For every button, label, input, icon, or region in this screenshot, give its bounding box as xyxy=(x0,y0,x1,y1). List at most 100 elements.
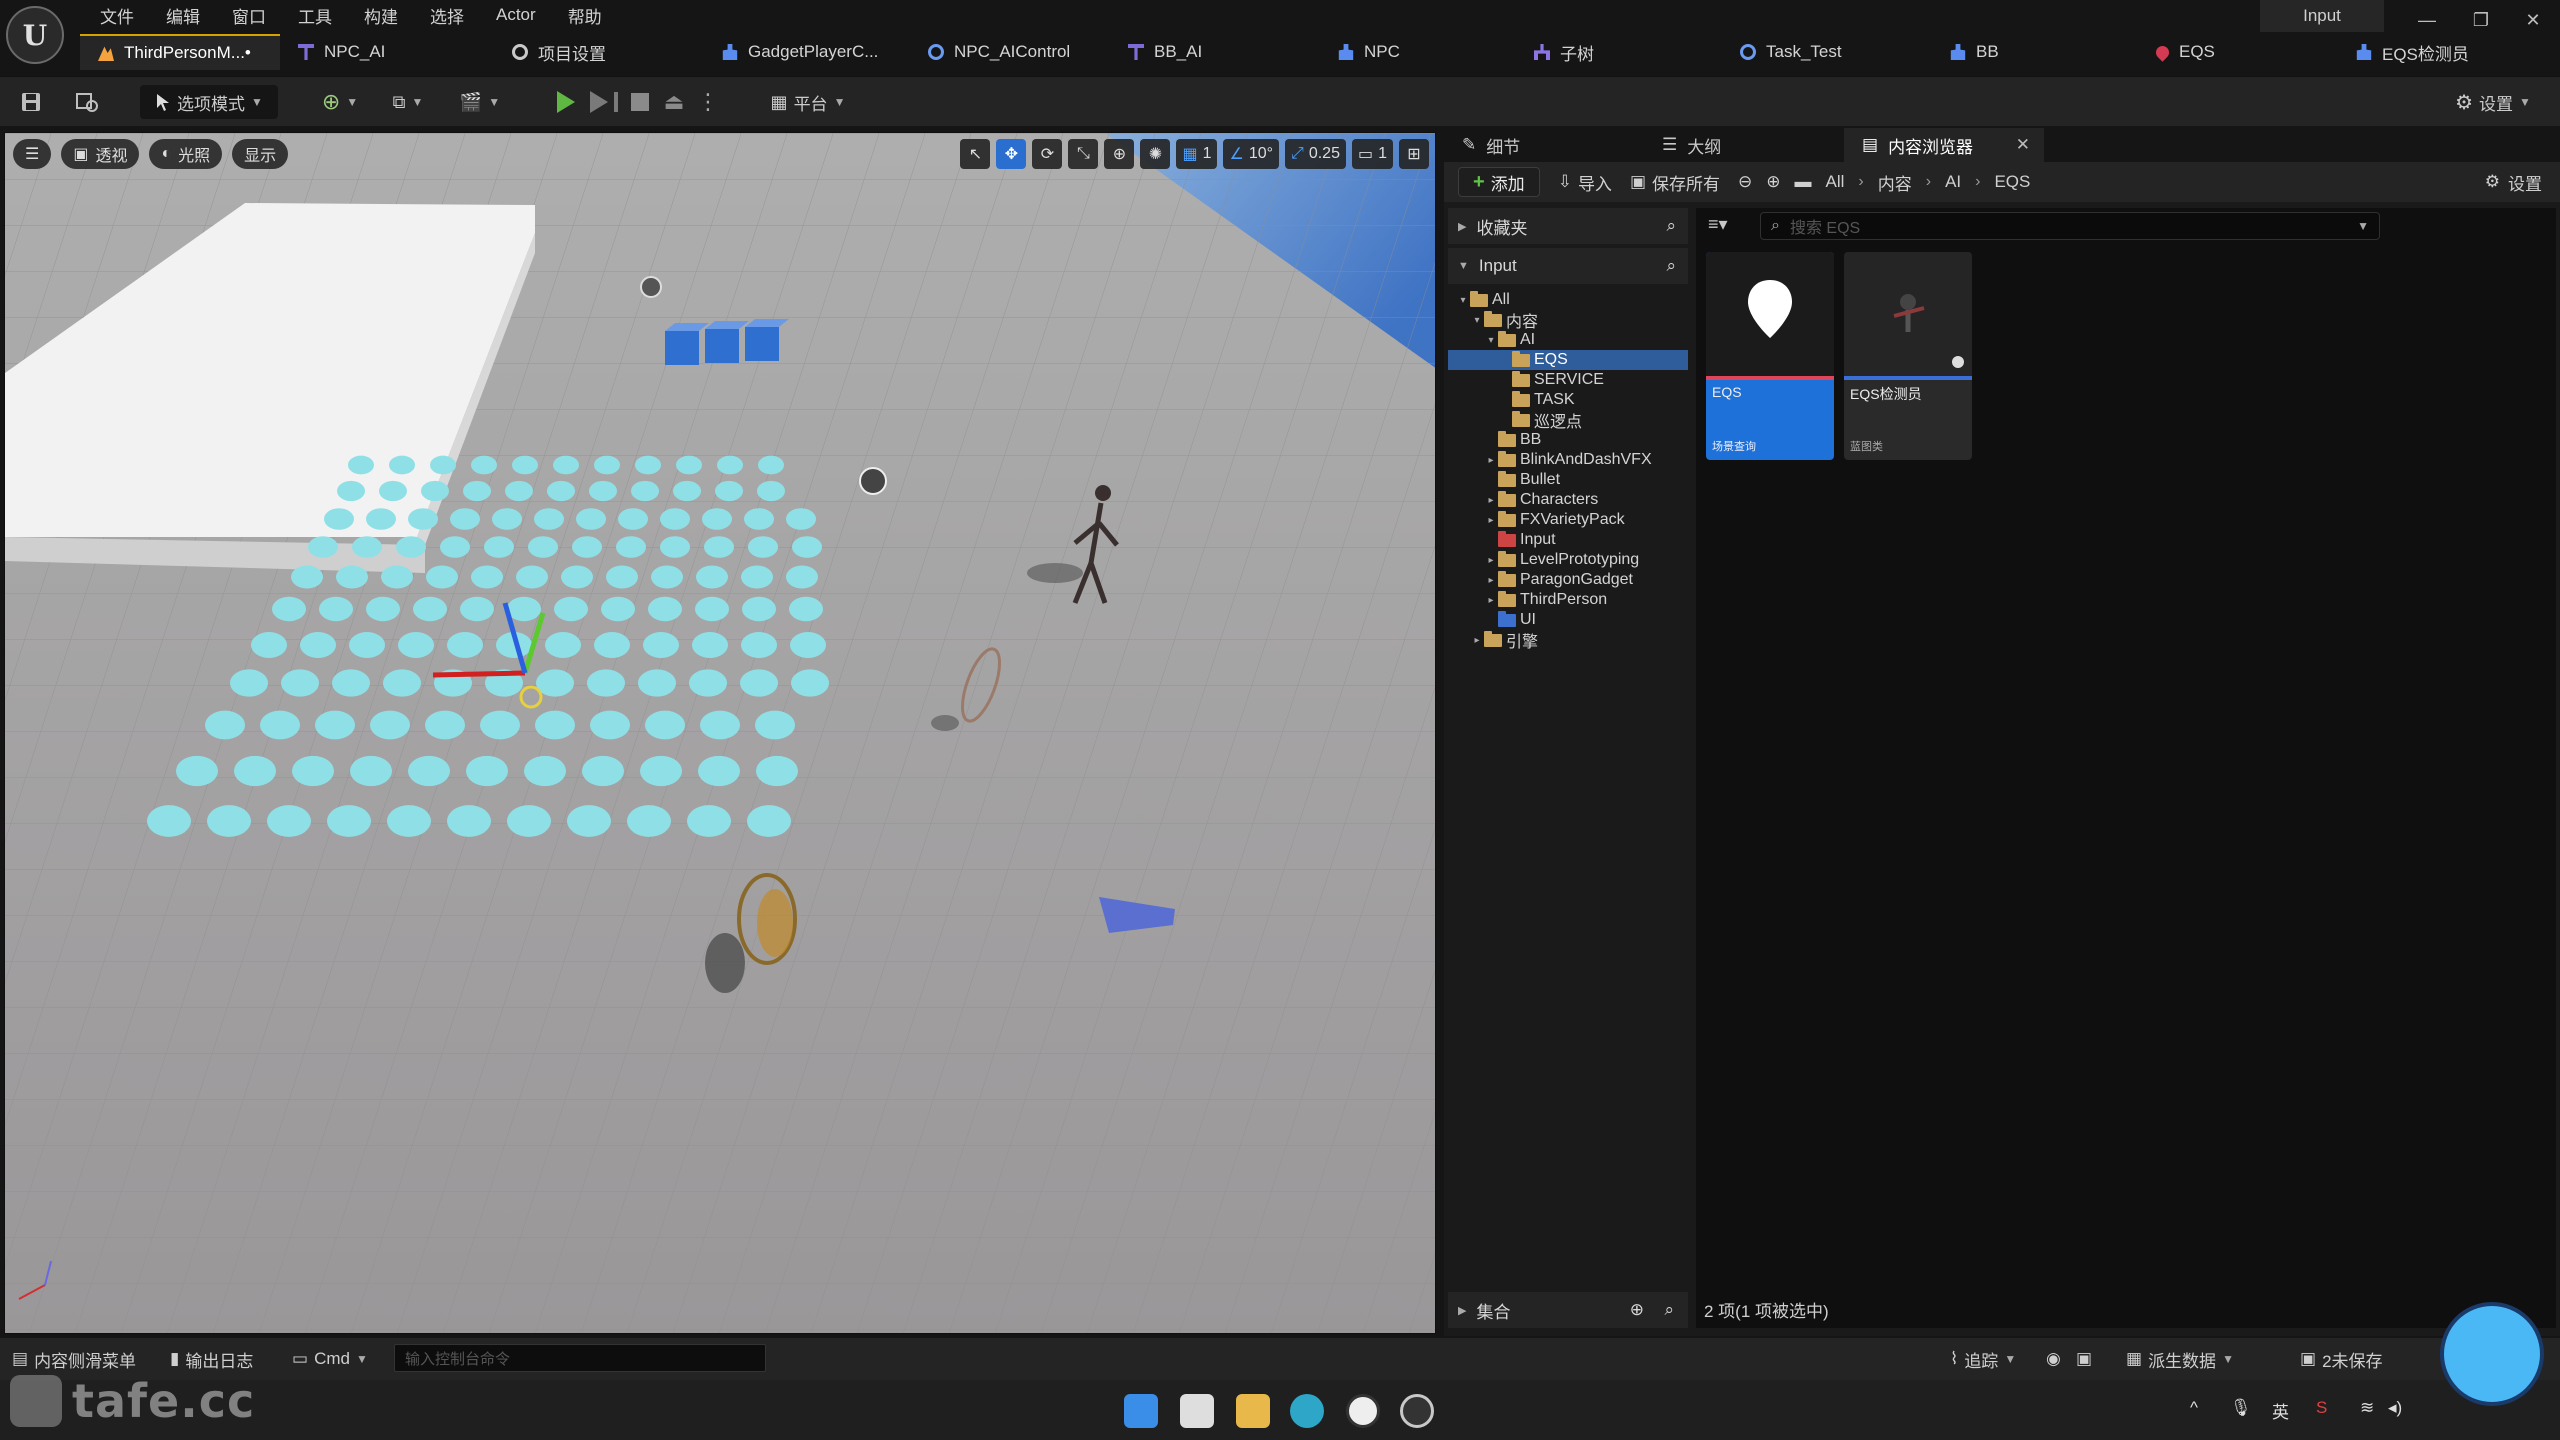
record-icon[interactable]: ◉ xyxy=(2046,1346,2061,1372)
asset-search-input[interactable]: ⌕ 搜索 EQS ▼ xyxy=(1760,212,2380,240)
chevron-right-icon[interactable]: ▸ xyxy=(1470,635,1484,646)
breadcrumb-eqs[interactable]: EQS xyxy=(1994,172,2030,192)
rotation-snap-button[interactable]: ∠ 10° xyxy=(1223,139,1280,169)
tree-folder-item[interactable]: ▾ 内容 xyxy=(1448,310,1688,331)
tab-bb-ai[interactable]: BB_AI xyxy=(1110,34,1320,70)
blueprint-menu-icon[interactable]: ⧉ ▼ xyxy=(384,85,432,119)
unreal-taskbar-icon[interactable] xyxy=(1346,1394,1380,1428)
input-source-header[interactable]: ▼ Input ⌕ xyxy=(1448,248,1688,284)
menu-select[interactable]: 选择 xyxy=(414,3,480,28)
scene-render[interactable] xyxy=(5,133,1436,1334)
restore-icon[interactable]: ❐ xyxy=(2456,0,2506,40)
chevron-right-icon[interactable]: ▸ xyxy=(1484,515,1498,526)
cinematics-icon[interactable]: 🎬 ▼ xyxy=(456,85,504,119)
microphone-icon[interactable]: 🎙 xyxy=(2230,1398,2252,1418)
viewport-layout-icon[interactable]: ⊞ xyxy=(1399,139,1429,169)
tree-folder-item[interactable]: ▸ ThirdPerson xyxy=(1448,590,1688,610)
tree-folder-item[interactable]: ▸ 引擎 xyxy=(1448,630,1688,651)
level-viewport[interactable]: ☰ ▣ 透视 ◐ 光照 显示 ↖ ✥ ⟳ ⤡ ⊕ ✺ ▦ 1 ∠ 10° ⤢ 0.25 ▭… xyxy=(4,132,1436,1334)
search-icon[interactable]: ⌕ xyxy=(1666,256,1676,276)
surface-snap-icon[interactable]: ✺ xyxy=(1140,139,1171,169)
favorites-header[interactable]: ▶ 收藏夹 ⌕ xyxy=(1448,208,1688,244)
tab-outliner[interactable]: ☰ 大纲 xyxy=(1644,128,1844,162)
app-taskbar-icon[interactable] xyxy=(1400,1394,1434,1428)
save-icon[interactable] xyxy=(14,85,48,119)
add-button[interactable]: + 添加 xyxy=(1458,167,1540,197)
breadcrumb-all[interactable]: All xyxy=(1826,172,1845,192)
save-all-button[interactable]: ▣ 保存所有 xyxy=(1630,170,1720,195)
tree-folder-item[interactable]: EQS xyxy=(1448,350,1688,370)
wifi-icon[interactable]: ≋ xyxy=(2360,1398,2374,1418)
file-explorer-icon[interactable] xyxy=(1236,1394,1270,1428)
add-actor-icon[interactable]: ⊕ ▼ xyxy=(316,85,364,119)
perspective-button[interactable]: ▣ 透视 xyxy=(61,139,140,169)
world-space-icon[interactable]: ⊕ xyxy=(1104,139,1135,169)
mode-select[interactable]: 选项模式 ▼ xyxy=(140,85,278,119)
cmd-select[interactable]: ▭ Cmd ▼ xyxy=(292,1346,368,1372)
step-icon[interactable] xyxy=(590,85,618,119)
more-options-icon[interactable]: ⋮ xyxy=(694,85,722,119)
search-icon[interactable]: ⌕ xyxy=(1666,216,1676,236)
tab-npc-ai[interactable]: NPC_AI xyxy=(280,34,494,70)
ime-indicator[interactable]: 英 xyxy=(2272,1398,2289,1423)
tree-folder-item[interactable]: 巡逻点 xyxy=(1448,410,1688,431)
add-collection-icon[interactable]: ⊕ xyxy=(1630,1300,1644,1320)
tab-project-settings[interactable]: 项目设置 xyxy=(494,34,704,70)
content-drawer-button[interactable]: ▤ 内容侧滑菜单 xyxy=(12,1346,136,1372)
trace-button[interactable]: ⌇ 追踪 ▼ xyxy=(1950,1346,2016,1372)
menu-window[interactable]: 窗口 xyxy=(216,3,282,28)
tab-npc-aicontrol[interactable]: NPC_AIControl xyxy=(910,34,1110,70)
tree-folder-item[interactable]: ▸ LevelPrototyping xyxy=(1448,550,1688,570)
content-settings-button[interactable]: ⚙ 设置 xyxy=(2485,162,2542,202)
asset-tile-eqs-tester[interactable]: EQS检测员 蓝图类 xyxy=(1844,252,1972,460)
menu-tools[interactable]: 工具 xyxy=(282,3,348,28)
edge-icon[interactable] xyxy=(1290,1394,1324,1428)
volume-icon[interactable]: ◂) xyxy=(2388,1398,2402,1418)
windows-start-icon[interactable] xyxy=(1124,1394,1158,1428)
chevron-down-icon[interactable]: ▾ xyxy=(1470,315,1484,326)
close-tab-icon[interactable]: ✕ xyxy=(2016,135,2030,155)
tree-folder-item[interactable]: TASK xyxy=(1448,390,1688,410)
chevron-right-icon[interactable]: ▸ xyxy=(1484,555,1498,566)
tree-folder-item[interactable]: ▾ All xyxy=(1448,290,1688,310)
minimize-icon[interactable]: — xyxy=(2402,0,2452,40)
chevron-right-icon[interactable]: ▸ xyxy=(1484,575,1498,586)
tree-folder-item[interactable]: SERVICE xyxy=(1448,370,1688,390)
chevron-right-icon[interactable]: ▸ xyxy=(1484,455,1498,466)
menu-build[interactable]: 构建 xyxy=(348,3,414,28)
scale-snap-button[interactable]: ⤢ 0.25 xyxy=(1285,139,1346,169)
lighting-button[interactable]: ◐ 光照 xyxy=(149,139,223,169)
console-command-input[interactable]: 输入控制台命令 xyxy=(394,1344,766,1372)
chevron-up-icon[interactable]: ^ xyxy=(2190,1398,2198,1418)
tab-task-test[interactable]: Task_Test xyxy=(1722,34,1932,70)
menu-edit[interactable]: 编辑 xyxy=(150,3,216,28)
tree-folder-item[interactable]: ▸ FXVarietyPack xyxy=(1448,510,1688,530)
eject-icon[interactable]: ⏏ xyxy=(660,85,688,119)
tab-details[interactable]: ✎ 细节 xyxy=(1444,128,1644,162)
rotate-tool-icon[interactable]: ⟳ xyxy=(1032,139,1063,169)
menu-help[interactable]: 帮助 xyxy=(552,3,618,28)
viewport-menu-button[interactable]: ☰ xyxy=(13,139,52,169)
chevron-down-icon[interactable]: ▾ xyxy=(1484,335,1498,346)
tab-bb[interactable]: BB xyxy=(1932,34,2138,70)
breadcrumb-ai[interactable]: AI xyxy=(1945,172,1961,192)
grid-snap-button[interactable]: ▦ 1 xyxy=(1176,139,1218,169)
platform-menu[interactable]: ▦ 平台 ▼ xyxy=(758,85,858,119)
tab-subtree[interactable]: 子树 xyxy=(1516,34,1722,70)
camera-speed-button[interactable]: ▭ 1 xyxy=(1351,139,1393,169)
search-icon[interactable]: ⌕ xyxy=(1664,1300,1674,1320)
forward-icon[interactable]: ⊕ xyxy=(1766,172,1780,192)
show-button[interactable]: 显示 xyxy=(232,139,289,169)
scale-tool-icon[interactable]: ⤡ xyxy=(1068,139,1099,169)
play-icon[interactable] xyxy=(552,85,580,119)
tab-thirdperson-map[interactable]: ThirdPersonM...• xyxy=(80,34,280,70)
breadcrumb-content[interactable]: 内容 xyxy=(1878,170,1912,195)
tree-folder-item[interactable]: Bullet xyxy=(1448,470,1688,490)
collections-header[interactable]: ▶ 集合 ⊕ ⌕ xyxy=(1448,1292,1688,1328)
tab-content-browser[interactable]: ▤ 内容浏览器 ✕ xyxy=(1844,128,2044,162)
chevron-down-icon[interactable]: ▾ xyxy=(1456,295,1470,306)
back-icon[interactable]: ⊖ xyxy=(1738,172,1752,192)
tree-folder-item[interactable]: Input xyxy=(1448,530,1688,550)
unreal-logo-icon[interactable]: U xyxy=(6,6,64,64)
tab-eqs[interactable]: EQS xyxy=(2138,34,2338,70)
